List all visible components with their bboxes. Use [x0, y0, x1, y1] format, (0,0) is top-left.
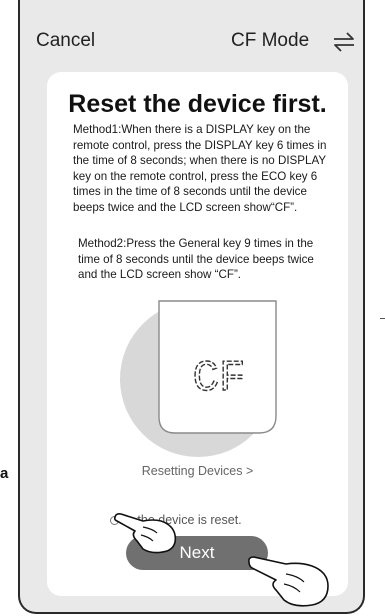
pointing-hand-icon: [113, 513, 177, 554]
margin-letter: a: [0, 465, 9, 482]
cancel-button[interactable]: Cancel: [36, 30, 95, 52]
margin-dash: [380, 318, 385, 319]
method1-text: Method1:When there is a DISPLAY key on t…: [73, 123, 327, 214]
page-title: CF Mode: [231, 30, 310, 51]
lcd-code: CF: [193, 354, 246, 404]
top-bar: Cancel CF Mode: [20, 0, 363, 70]
resetting-devices-link[interactable]: Resetting Devices >: [47, 464, 348, 478]
lcd-display-illustration: CF: [120, 300, 277, 457]
method2-text: Method2:Press the General key 9 times in…: [78, 237, 314, 281]
phone-screen: Cancel CF Mode Reset the device first. M…: [18, 0, 365, 614]
instruction-card: Reset the device first. Method1:When the…: [47, 72, 348, 607]
swap-arrows-icon[interactable]: [332, 30, 356, 54]
card-title: Reset the device first.: [68, 90, 327, 118]
pointing-hand-icon: [248, 556, 329, 607]
